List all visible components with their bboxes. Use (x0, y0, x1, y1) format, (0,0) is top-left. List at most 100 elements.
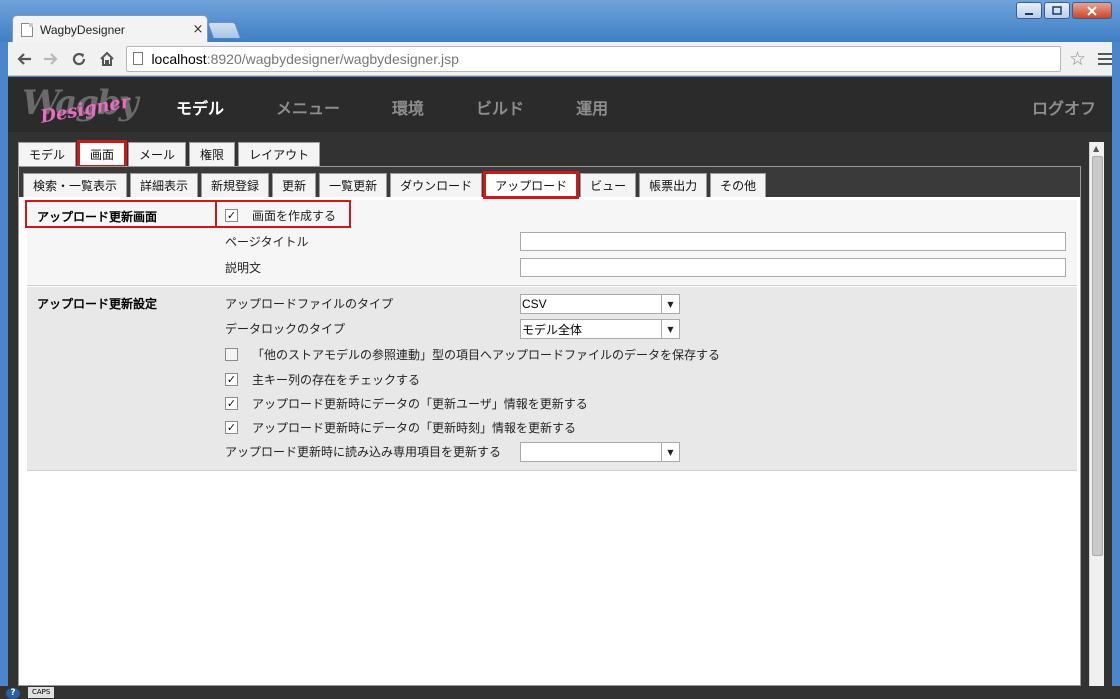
tab-update[interactable]: 更新 (272, 173, 317, 197)
close-icon (1087, 5, 1097, 16)
browser-toolbar: localhost:8920/wagbydesigner/wagbydesign… (8, 42, 1113, 76)
readonly-update-select[interactable]: ▼ (520, 442, 680, 462)
tab-screen[interactable]: 画面 (77, 140, 128, 168)
caps-lock-indicator: CAPS (28, 687, 55, 698)
readonly-update-label: アップロード更新時に読み込み専用項目を更新する (225, 445, 502, 459)
option-row: ✓ 主キー列の存在をチェックする (225, 371, 420, 388)
description-row: 説明文 (225, 259, 261, 276)
tab-detail[interactable]: 詳細表示 (130, 173, 199, 197)
hamburger-menu-icon[interactable] (1098, 52, 1113, 65)
file-type-value: CSV (522, 297, 547, 311)
window-controls (1016, 2, 1112, 19)
close-window-button[interactable] (1072, 2, 1112, 19)
main-nav: モデル メニュー 環境 ビルド 運用 (176, 95, 660, 119)
option-row: ✓ アップロード更新時にデータの「更新時刻」情報を更新する (225, 419, 576, 436)
page-viewport: Wagby Designer モデル メニュー 環境 ビルド 運用 ログオフ モ… (8, 77, 1112, 686)
readonly-update-row: アップロード更新時に読み込み専用項目を更新する (225, 443, 501, 460)
url-path: :8920/wagbydesigner/wagbydesigner.jsp (206, 50, 459, 67)
update-user-checkbox[interactable]: ✓ (225, 397, 238, 410)
nav-item-menu[interactable]: メニュー (276, 95, 340, 119)
tab-list-update[interactable]: 一覧更新 (319, 173, 388, 197)
page-title-label: ページタイトル (225, 235, 309, 249)
create-screen-checkbox[interactable]: ✓ (225, 209, 238, 222)
forward-button[interactable] (40, 47, 64, 71)
store-model-ref-checkbox[interactable] (225, 348, 238, 361)
lock-type-row: データロックのタイプ (225, 320, 345, 337)
wagby-designer-logo: Wagby Designer (22, 83, 139, 128)
star-icon[interactable]: ☆ (1069, 48, 1086, 70)
browser-tab-title: WagbyDesigner (40, 22, 125, 37)
nav-item-model[interactable]: モデル (176, 95, 224, 119)
tab-other[interactable]: その他 (710, 173, 767, 197)
page-title-row: ページタイトル (225, 233, 309, 250)
tab-report[interactable]: 帳票出力 (639, 173, 708, 197)
page-title-input[interactable] (520, 232, 1066, 251)
nav-item-environment[interactable]: 環境 (392, 95, 424, 119)
home-button[interactable] (95, 47, 119, 71)
maximize-icon (1052, 5, 1062, 15)
back-arrow-icon (17, 52, 31, 65)
section-title: アップロード更新画面 (37, 210, 158, 224)
tab-close-icon[interactable]: × (189, 22, 207, 37)
upload-screen-section: アップロード更新画面 ✓ 画面を作成する ページタイトル 説明文 (25, 200, 1077, 286)
help-icon[interactable]: ? (6, 688, 20, 699)
file-type-row: アップロードファイルのタイプ (225, 295, 393, 312)
tab-view[interactable]: ビュー (580, 173, 637, 197)
lock-type-value: モデル全体 (522, 322, 583, 337)
page-favicon-icon (21, 22, 33, 37)
tab-upload[interactable]: アップロード (483, 171, 580, 199)
description-input[interactable] (520, 258, 1066, 277)
screen-settings-panel: 検索・一覧表示 詳細表示 新規登録 更新 一覧更新 ダウンロード アップロード … (18, 166, 1081, 686)
tab-mail[interactable]: メール (128, 142, 187, 166)
logout-link[interactable]: ログオフ (1032, 95, 1096, 119)
section-title: アップロード更新設定 (37, 297, 158, 311)
file-type-select[interactable]: CSV ▼ (520, 294, 680, 314)
page-icon (133, 52, 144, 65)
model-tabs: モデル 画面 メール 権限 レイアウト (18, 140, 323, 168)
chevron-down-icon[interactable]: ▼ (661, 295, 679, 313)
tab-layout[interactable]: レイアウト (238, 142, 321, 166)
scroll-up-icon[interactable]: ▲ (1093, 144, 1099, 153)
option-label: 「他のストアモデルの参照連動」型の項目へアップロードファイルのデータを保存する (252, 348, 721, 362)
nav-item-build[interactable]: ビルド (476, 95, 524, 119)
minimize-button[interactable] (1016, 2, 1042, 19)
tab-new[interactable]: 新規登録 (201, 173, 270, 197)
lock-type-label: データロックのタイプ (225, 322, 346, 336)
nav-item-operation[interactable]: 運用 (576, 95, 608, 119)
option-label: アップロード更新時にデータの「更新ユーザ」情報を更新する (252, 397, 588, 411)
option-label: アップロード更新時にデータの「更新時刻」情報を更新する (252, 421, 577, 435)
maximize-button[interactable] (1044, 2, 1070, 19)
reload-button[interactable] (67, 47, 91, 71)
tab-download[interactable]: ダウンロード (390, 173, 483, 197)
back-button[interactable] (12, 47, 36, 71)
tab-model[interactable]: モデル (18, 142, 77, 166)
check-primary-key-checkbox[interactable]: ✓ (225, 373, 238, 386)
chevron-down-icon[interactable]: ▼ (661, 320, 679, 338)
option-row: 「他のストアモデルの参照連動」型の項目へアップロードファイルのデータを保存する (225, 346, 720, 363)
update-time-checkbox[interactable]: ✓ (225, 421, 238, 434)
address-bar[interactable]: localhost:8920/wagbydesigner/wagbydesign… (126, 45, 1061, 72)
screen-subtabs: 検索・一覧表示 詳細表示 新規登録 更新 一覧更新 ダウンロード アップロード … (19, 167, 1080, 199)
chevron-down-icon[interactable]: ▼ (661, 443, 679, 461)
url-host: localhost (151, 50, 207, 67)
status-bar (0, 686, 1120, 699)
lock-type-select[interactable]: モデル全体 ▼ (520, 319, 680, 339)
app-header: Wagby Designer モデル メニュー 環境 ビルド 運用 ログオフ (8, 77, 1112, 132)
tab-search-list[interactable]: 検索・一覧表示 (23, 173, 128, 197)
option-label: 主キー列の存在をチェックする (252, 373, 421, 387)
tab-permission[interactable]: 権限 (189, 142, 236, 166)
create-screen-label: 画面を作成する (252, 209, 337, 223)
file-type-label: アップロードファイルのタイプ (225, 297, 394, 311)
new-tab-button[interactable] (207, 22, 241, 38)
reload-icon (72, 52, 86, 65)
minimize-icon (1025, 12, 1033, 15)
home-icon (99, 51, 114, 66)
option-row: ✓ アップロード更新時にデータの「更新ユーザ」情報を更新する (225, 395, 588, 412)
upload-settings-section: アップロード更新設定 アップロードファイルのタイプ CSV ▼ データロックのタ… (27, 287, 1077, 471)
vertical-scrollbar[interactable]: ▲ (1089, 142, 1104, 686)
create-screen-row: ✓ 画面を作成する (225, 207, 336, 224)
browser-tab-wagbydesigner[interactable]: WagbyDesigner × (12, 15, 208, 43)
scrollbar-thumb[interactable] (1092, 156, 1103, 556)
description-label: 説明文 (225, 261, 262, 275)
window-titlebar: WagbyDesigner × (0, 0, 1120, 43)
